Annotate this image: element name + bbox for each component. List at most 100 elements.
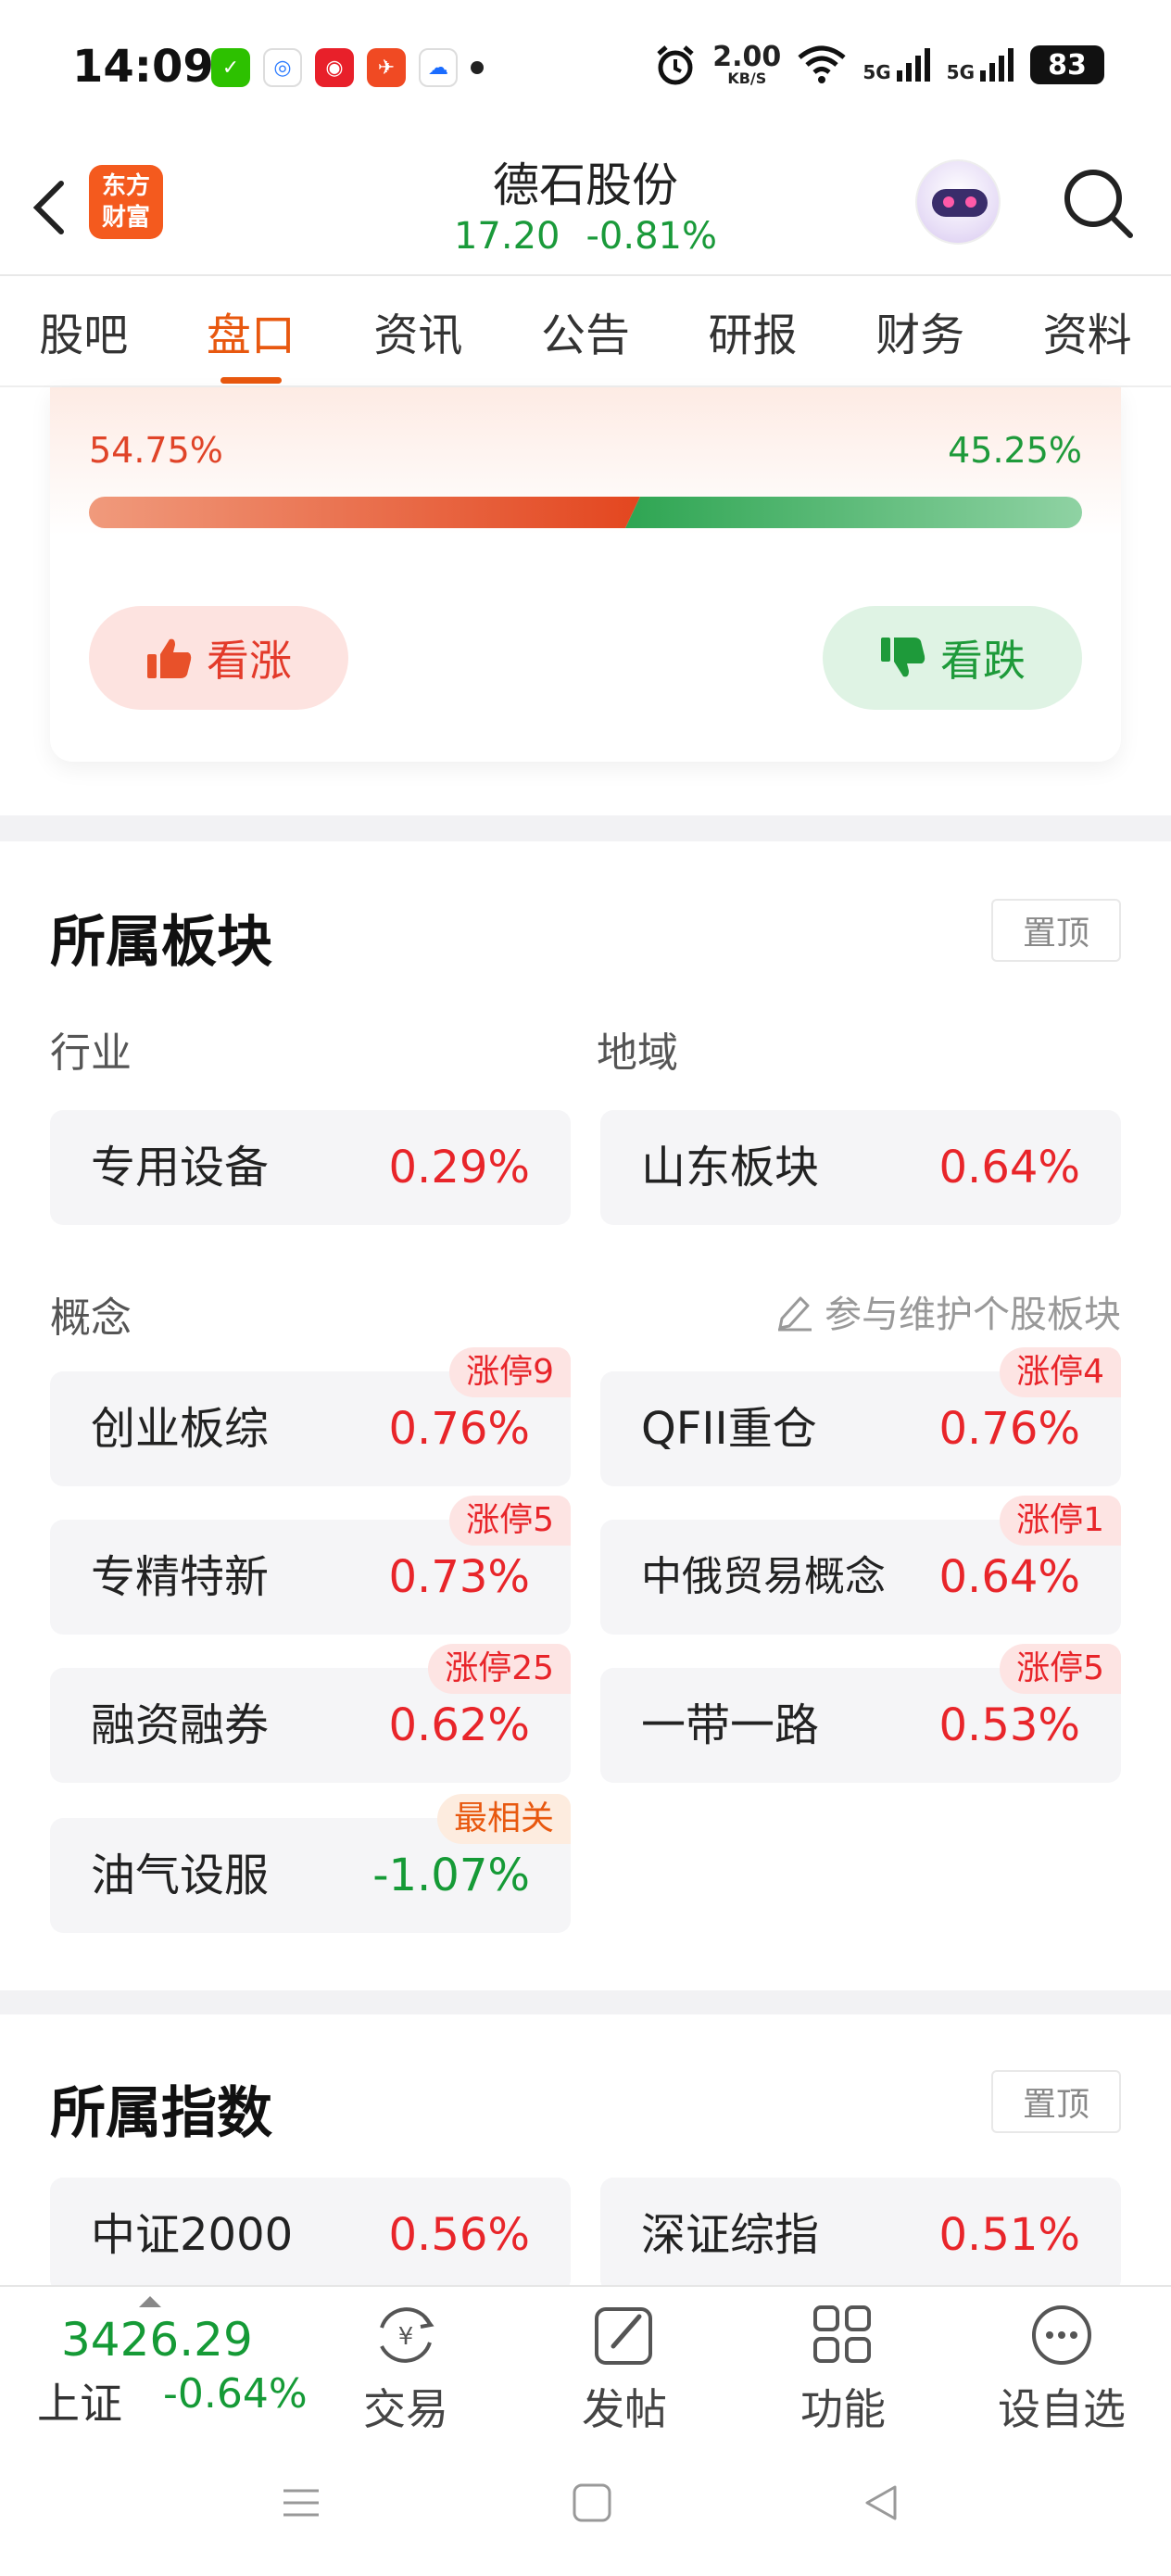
trade-label: 交易 xyxy=(363,2384,448,2434)
industry-tile[interactable]: 专用设备 0.29% xyxy=(50,1110,571,1225)
indices-title: 所属指数 xyxy=(50,2081,272,2146)
post-label: 发帖 xyxy=(582,2384,667,2434)
concept-value: 0.76% xyxy=(388,1403,530,1455)
concept-tile[interactable]: 涨停5 一带一路 0.53% xyxy=(600,1644,1121,1783)
index-tile[interactable]: 深证综指 0.51% xyxy=(600,2178,1121,2292)
notification-dot-icon xyxy=(471,61,484,74)
indices-section: 所属指数 置顶 中证2000 0.56% 深证综指 0.51% xyxy=(0,2014,1171,2292)
concept-tile[interactable]: 涨停9 创业板综 0.76% xyxy=(50,1347,571,1486)
bull-percent: 54.75% xyxy=(89,430,223,471)
concept-value: 0.73% xyxy=(388,1551,530,1603)
bullish-label: 看涨 xyxy=(207,636,292,686)
bullish-button[interactable]: 看涨 xyxy=(89,606,348,710)
concept-value: 0.76% xyxy=(938,1403,1080,1455)
browser-icon: ◎ xyxy=(263,48,302,87)
trade-yuan-icon: ¥ xyxy=(380,2307,434,2363)
concept-name: QFII重仓 xyxy=(641,1403,817,1455)
functions-button[interactable]: 功能 xyxy=(769,2300,917,2437)
trade-button[interactable]: ¥ 交易 xyxy=(332,2300,480,2437)
svg-text:¥: ¥ xyxy=(398,2323,414,2351)
status-bar: 14:09 ✓ ◎ ◉ ✈ ☁ 2.00 KB/S 5G 5G 83 xyxy=(0,0,1171,139)
region-tile[interactable]: 山东板块 0.64% xyxy=(600,1110,1121,1225)
industry-value: 0.29% xyxy=(388,1142,530,1193)
indices-pin-button[interactable]: 置顶 xyxy=(991,2070,1121,2133)
thumbs-up-icon xyxy=(147,638,192,678)
search-icon[interactable] xyxy=(1056,161,1140,245)
concept-name: 融资融券 xyxy=(91,1699,270,1751)
concept-name: 专精特新 xyxy=(91,1551,270,1603)
concept-tile[interactable]: 最相关 油气设服 -1.07% xyxy=(50,1794,571,1933)
tab-finance[interactable]: 财务 xyxy=(872,298,968,363)
expand-caret-icon[interactable] xyxy=(139,2296,161,2307)
edit-icon xyxy=(778,1296,812,1332)
tab-profile[interactable]: 资料 xyxy=(1039,298,1136,363)
battery-icon: 83 xyxy=(1030,45,1104,84)
grid-apps-icon xyxy=(813,2305,871,2363)
concept-value: 0.62% xyxy=(388,1699,530,1751)
concept-name: 一带一路 xyxy=(641,1699,820,1751)
cell-signal-1-icon: 5G xyxy=(863,46,931,83)
tab-news[interactable]: 资讯 xyxy=(370,298,466,363)
signal-2-label: 5G xyxy=(946,61,975,83)
concept-label: 概念 xyxy=(50,1294,132,1342)
region-name: 山东板块 xyxy=(641,1142,820,1193)
post-button[interactable]: 发帖 xyxy=(550,2300,699,2437)
sectors-title: 所属板块 xyxy=(50,910,272,975)
concept-value: 0.64% xyxy=(938,1551,1080,1603)
concept-value: -1.07% xyxy=(372,1850,530,1901)
concept-tile[interactable]: 涨停1 中俄贸易概念 0.64% xyxy=(600,1496,1121,1635)
maintain-label: 参与维护个股板块 xyxy=(825,1294,1121,1336)
maintain-sectors-link[interactable]: 参与维护个股板块 xyxy=(774,1284,1121,1338)
functions-label: 功能 xyxy=(800,2384,886,2434)
netease-music-icon: ◉ xyxy=(315,48,354,87)
add-watchlist-button[interactable]: 设自选 xyxy=(988,2300,1136,2437)
index-value: 0.56% xyxy=(388,2209,530,2261)
tab-announcements[interactable]: 公告 xyxy=(537,298,634,363)
bearish-button[interactable]: 看跌 xyxy=(823,606,1082,710)
index-tile[interactable]: 中证2000 0.56% xyxy=(50,2178,571,2292)
speed-value: 2.00 xyxy=(712,41,782,73)
industry-name: 专用设备 xyxy=(91,1142,270,1193)
tab-research[interactable]: 研报 xyxy=(705,298,801,363)
sectors-pin-button[interactable]: 置顶 xyxy=(991,899,1121,962)
concept-tile[interactable]: 涨停4 QFII重仓 0.76% xyxy=(600,1347,1121,1486)
region-label: 地域 xyxy=(597,1029,678,1077)
bull-bar xyxy=(89,497,640,528)
sectors-section: 所属板块 置顶 行业 地域 专用设备 0.29% 山东板块 0.64% 概念 参… xyxy=(0,841,1171,1990)
robot-assistant-icon[interactable] xyxy=(915,159,1001,245)
speed-unit: KB/S xyxy=(727,69,767,87)
cloud-icon: ☁ xyxy=(419,48,458,87)
thumbs-down-icon xyxy=(881,638,925,677)
status-right: 2.00 KB/S 5G 5G 83 xyxy=(653,43,1104,87)
concept-tile[interactable]: 涨停25 融资融券 0.62% xyxy=(50,1644,571,1783)
stock-change-pct: -0.81% xyxy=(586,215,718,258)
ticker-change: -0.64% xyxy=(163,2370,308,2418)
sentiment-bar xyxy=(89,497,1082,528)
concept-tile[interactable]: 涨停5 专精特新 0.73% xyxy=(50,1496,571,1635)
status-time: 14:09 xyxy=(72,41,214,93)
concept-name: 中俄贸易概念 xyxy=(641,1553,886,1600)
bear-percent: 45.25% xyxy=(948,430,1082,471)
alarm-icon xyxy=(657,45,694,85)
sentiment-vote-card: 54.75% 45.25% 看涨 看跌 xyxy=(50,387,1121,762)
wechat-icon: ✓ xyxy=(211,48,250,87)
more-dots-icon xyxy=(1032,2305,1091,2365)
sentiment-vote-section: 54.75% 45.25% 看涨 看跌 xyxy=(0,387,1171,815)
edit-post-icon xyxy=(595,2307,652,2365)
back-nav-icon[interactable] xyxy=(858,2480,904,2526)
wifi-icon xyxy=(798,45,846,83)
message-icon: ✈ xyxy=(367,48,406,87)
menu-icon[interactable] xyxy=(278,2480,324,2526)
home-icon[interactable] xyxy=(569,2480,615,2526)
index-name: 中证2000 xyxy=(91,2209,294,2261)
cell-signal-2-icon: 5G xyxy=(947,46,1015,83)
status-app-icons: ✓ ◎ ◉ ✈ ☁ xyxy=(211,48,484,87)
add-watchlist-label: 设自选 xyxy=(998,2384,1126,2434)
tab-pankou[interactable]: 盘口 xyxy=(203,298,299,384)
stock-header: 东方 财富 德石股份 17.20 -0.81% xyxy=(0,139,1171,276)
tab-guba[interactable]: 股吧 xyxy=(35,298,132,363)
ticker-name: 上证 xyxy=(37,2379,122,2429)
stock-tabs: 股吧 盘口 资讯 公告 研报 财务 资料 xyxy=(0,276,1171,387)
industry-label: 行业 xyxy=(50,1029,132,1077)
network-speed: 2.00 KB/S xyxy=(712,44,781,86)
